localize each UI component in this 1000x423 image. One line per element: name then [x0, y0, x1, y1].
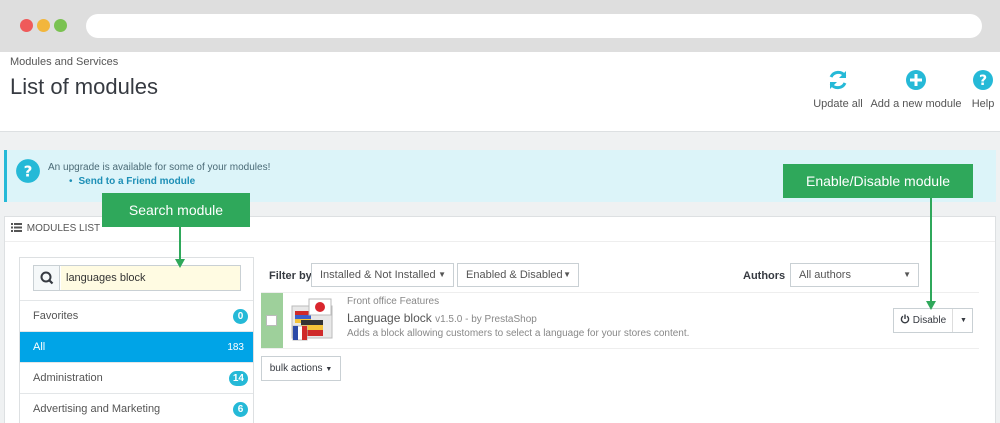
category-administration[interactable]: Administration 14	[20, 362, 253, 393]
minimize-window-icon[interactable]	[37, 19, 50, 32]
panel-heading-label: MODULES LIST	[26, 223, 101, 234]
category-label: Favorites	[33, 310, 79, 322]
module-title: Language block v1.5.0 - by PrestaShop	[347, 311, 537, 325]
update-all-label: Update all	[813, 98, 863, 110]
disable-label: Disable	[912, 315, 947, 326]
update-all-button[interactable]: Update all	[810, 68, 866, 110]
caret-down-icon[interactable]: ▼	[960, 309, 967, 332]
authors-value: All authors	[799, 269, 851, 281]
search-input[interactable]	[61, 266, 240, 290]
question-circle-icon: ?	[16, 159, 40, 183]
breadcrumb[interactable]: Modules and Services	[10, 56, 118, 68]
category-count: 0	[233, 309, 248, 324]
category-label: Advertising and Marketing	[33, 403, 161, 415]
alert-message: An upgrade is available for some of your…	[48, 162, 271, 173]
caret-down-icon: ▼	[325, 366, 333, 373]
category-count: 14	[228, 371, 248, 386]
search-icon-cell	[34, 266, 60, 290]
status-filter-select[interactable]: Enabled & Disabled ▼	[457, 263, 579, 287]
caret-down-icon: ▼	[563, 270, 571, 279]
plus-circle-icon	[906, 70, 926, 90]
install-filter-select[interactable]: Installed & Not Installed ▼	[311, 263, 454, 287]
category-label: All	[33, 341, 46, 353]
question-circle-icon: ?	[973, 70, 993, 90]
browser-chrome	[0, 0, 1000, 52]
authors-label: Authors	[743, 270, 786, 282]
module-checkbox[interactable]	[266, 315, 277, 326]
language-block-logo-icon	[291, 298, 333, 341]
category-count: 6	[233, 402, 248, 417]
modules-panel: MODULES LIST Favorites 0 All 183	[4, 216, 996, 423]
heading-divider	[5, 241, 995, 242]
add-module-label: Add a new module	[870, 98, 962, 110]
install-filter-value: Installed & Not Installed	[320, 269, 436, 281]
admin-page: Modules and Services List of modules Upd…	[0, 52, 1000, 423]
svg-text:?: ?	[24, 162, 33, 180]
list-icon	[11, 223, 22, 232]
send-to-friend-link[interactable]: Send to a Friend module	[79, 176, 196, 187]
category-all[interactable]: All 183	[20, 331, 253, 362]
power-icon	[900, 314, 910, 324]
bullet-icon: •	[69, 176, 73, 187]
svg-text:?: ?	[979, 73, 987, 89]
page-title: List of modules	[10, 74, 158, 99]
enable-disable-callout: Enable/Disable module	[783, 164, 973, 198]
page-header: Modules and Services List of modules Upd…	[0, 52, 1000, 132]
alert-list: • Send to a Friend module	[69, 176, 195, 187]
category-advertising-marketing[interactable]: Advertising and Marketing 6	[20, 393, 253, 423]
status-filter-value: Enabled & Disabled	[466, 269, 563, 281]
authors-select[interactable]: All authors ▼	[790, 263, 919, 287]
add-module-button[interactable]: Add a new module	[868, 68, 964, 110]
refresh-icon	[829, 70, 847, 90]
button-divider	[952, 309, 953, 332]
module-name: Language block	[347, 311, 432, 325]
module-description: Adds a block allowing customers to selec…	[347, 328, 690, 339]
module-category: Front office Features	[347, 296, 440, 307]
caret-down-icon: ▼	[903, 270, 911, 279]
caret-down-icon: ▼	[438, 270, 446, 279]
bulk-actions-label: bulk actions	[269, 363, 323, 374]
close-window-icon[interactable]	[20, 19, 33, 32]
category-label: Administration	[33, 372, 103, 384]
module-select-cell	[261, 293, 283, 348]
module-version: v1.5.0 - by PrestaShop	[435, 314, 537, 325]
maximize-window-icon[interactable]	[54, 19, 67, 32]
disable-button[interactable]: Disable ▼	[893, 308, 973, 333]
bulk-actions-button[interactable]: bulk actions ▼	[261, 356, 341, 381]
category-count: 183	[227, 342, 244, 353]
address-bar[interactable]	[86, 14, 982, 38]
module-row: Front office Features Language block v1.…	[261, 292, 979, 349]
search-module-callout: Search module	[102, 193, 250, 227]
panel-heading: MODULES LIST	[11, 223, 100, 234]
category-favorites[interactable]: Favorites 0	[20, 300, 253, 331]
help-label: Help	[971, 98, 995, 110]
help-button[interactable]: ? Help	[966, 68, 1000, 110]
search-box	[33, 265, 241, 291]
category-sidebar: Favorites 0 All 183 Administration 14 Ad…	[19, 257, 254, 423]
search-icon	[40, 271, 54, 285]
filter-by-label: Filter by	[269, 270, 312, 282]
